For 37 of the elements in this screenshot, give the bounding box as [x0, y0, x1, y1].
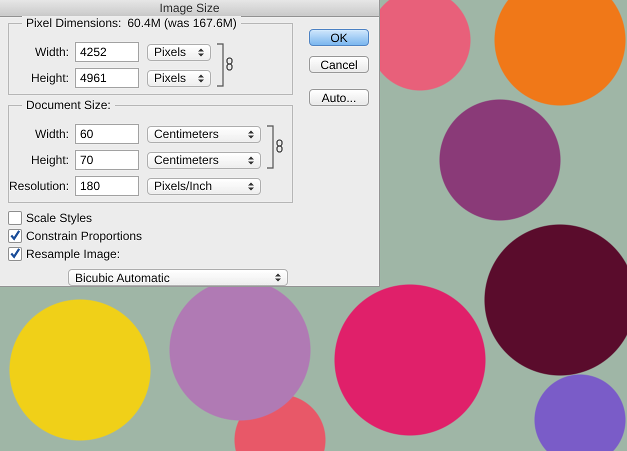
updown-arrow-icon [198, 74, 204, 82]
number-field[interactable]: 4961 [75, 68, 139, 88]
link-bracket-icon[interactable] [267, 125, 285, 169]
unit-dropdown[interactable]: Centimeters [147, 126, 261, 142]
group-title: Document Size: [26, 98, 111, 112]
checkbox[interactable] [8, 247, 22, 261]
checkbox[interactable] [8, 211, 22, 225]
updown-arrow-icon [248, 130, 254, 138]
number-field[interactable]: 4252 [75, 42, 139, 62]
unit-dropdown[interactable]: Centimeters [147, 152, 261, 168]
field-label: Width: [34, 127, 69, 141]
unit-dropdown[interactable]: Pixels [147, 70, 211, 86]
dialog-button[interactable]: Auto... [309, 89, 369, 106]
field-label: Width: [34, 45, 69, 59]
number-field[interactable]: 70 [75, 150, 139, 170]
checkbox[interactable] [8, 229, 22, 243]
number-field[interactable]: 60 [75, 124, 139, 144]
dialog-button[interactable]: Cancel [309, 56, 369, 73]
number-field[interactable]: 180 [75, 176, 139, 196]
checkbox-label: Resample Image: [26, 247, 120, 261]
dialog-button[interactable]: OK [309, 29, 369, 46]
checkbox-label: Constrain Proportions [26, 229, 142, 243]
updown-arrow-icon [248, 156, 254, 164]
resample-method-dropdown[interactable]: Bicubic Automatic [68, 269, 288, 286]
window-title: Image Size [159, 1, 220, 15]
field-label: Height: [30, 153, 69, 167]
unit-dropdown[interactable]: Pixels [147, 44, 211, 60]
updown-arrow-icon [275, 273, 281, 282]
updown-arrow-icon [198, 48, 204, 56]
link-bracket-icon[interactable] [217, 43, 235, 87]
updown-arrow-icon [248, 182, 254, 190]
field-label: Resolution: [9, 179, 69, 193]
field-label: Height: [30, 71, 69, 85]
unit-dropdown[interactable]: Pixels/Inch [147, 178, 261, 194]
checkbox-label: Scale Styles [26, 211, 92, 225]
group-title: Pixel Dimensions: [26, 16, 122, 30]
pixel-size-summary: 60.4M (was 167.6M) [127, 16, 237, 30]
